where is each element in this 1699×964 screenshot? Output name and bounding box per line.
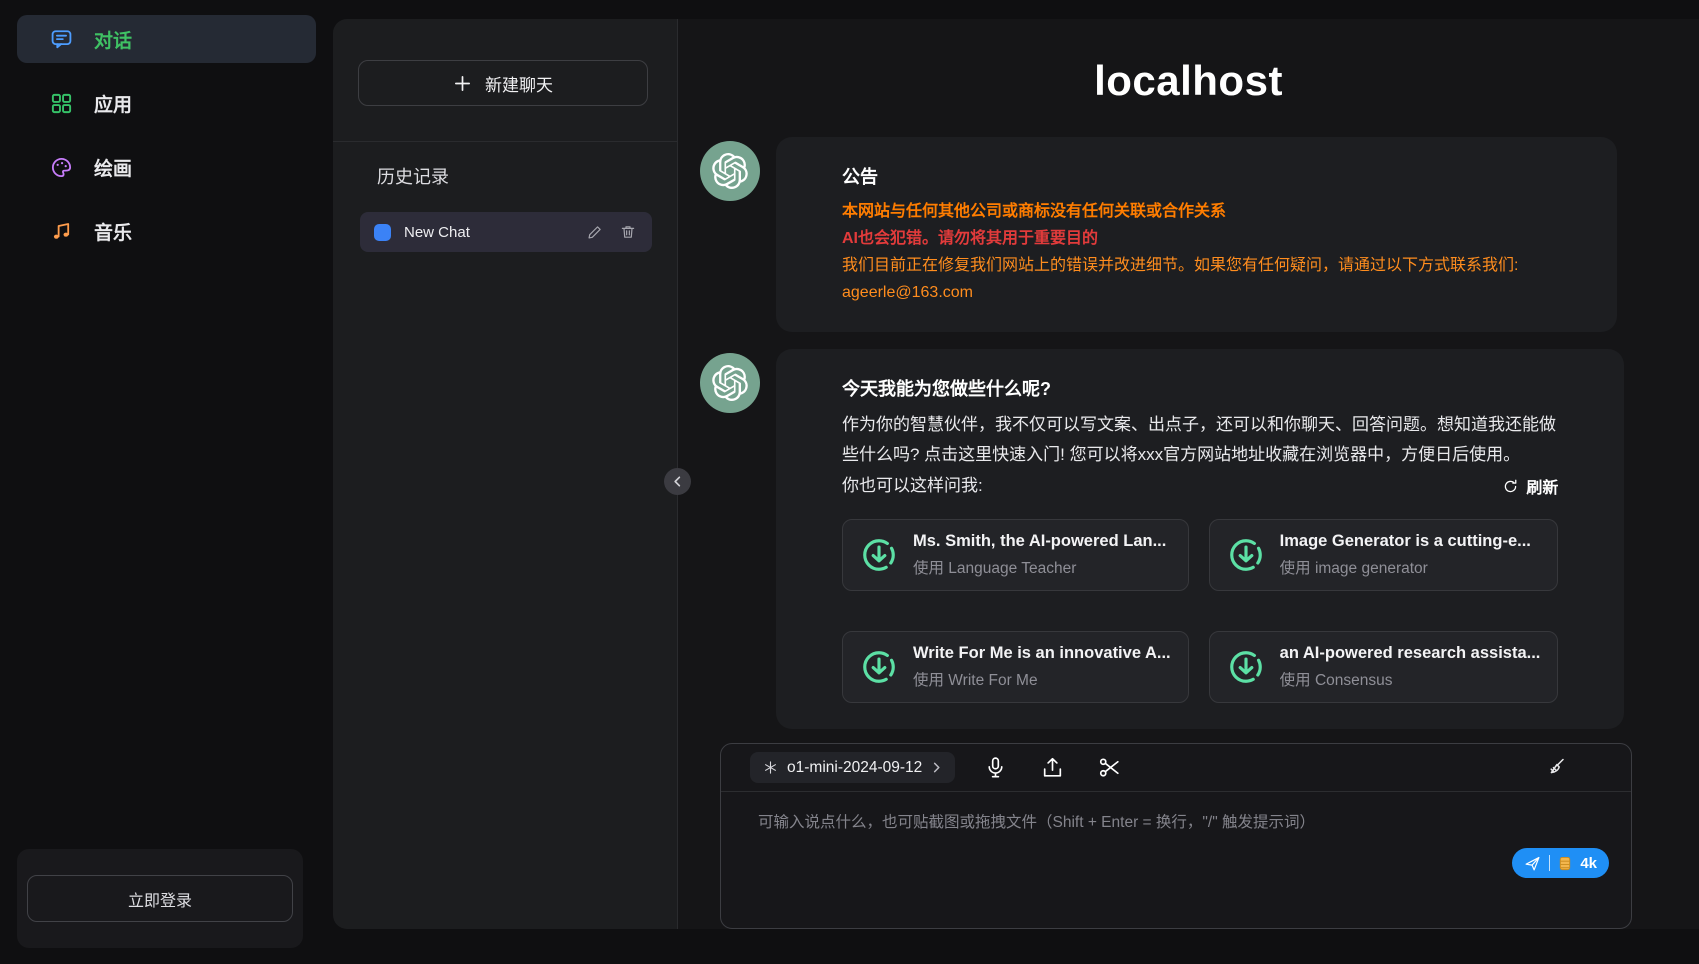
new-chat-label: 新建聊天 (485, 71, 553, 96)
login-button[interactable]: 立即登录 (27, 875, 293, 922)
suggestion-card[interactable]: Ms. Smith, the AI-powered Lan... 使用 Lang… (842, 519, 1189, 591)
chevron-right-icon (931, 762, 942, 773)
main-panel: localhost 公告 本网站与任何其他公司或商标没有任何关联或合作关系 AI… (678, 19, 1699, 929)
openai-logo-icon (712, 153, 748, 189)
download-circle-icon (860, 648, 898, 686)
announcement-line: AI也会犯错。请勿将其用于重要目的 (842, 225, 1551, 252)
openai-logo-icon (712, 365, 748, 401)
announcement-bubble: 公告 本网站与任何其他公司或商标没有任何关联或合作关系 AI也会犯错。请勿将其用… (776, 137, 1617, 332)
sidebar-item-apps[interactable]: 应用 (17, 79, 316, 127)
suggestion-card-texts: Write For Me is an innovative A... 使用 Wr… (913, 644, 1171, 690)
sidebar-item-music[interactable]: 音乐 (17, 207, 316, 255)
ask-hint-text: 你也可以这样问我: (842, 471, 983, 501)
trash-icon (620, 224, 636, 240)
download-circle-icon (1227, 536, 1265, 574)
upload-file-button[interactable] (1036, 751, 1069, 784)
contact-email-link[interactable]: ageerle@163.com (842, 279, 1551, 306)
suggestion-card[interactable]: an AI-powered research assista... 使用 Con… (1209, 631, 1559, 703)
suggestion-card-texts: Ms. Smith, the AI-powered Lan... 使用 Lang… (913, 532, 1166, 578)
prompt-hint-row: 你也可以这样问我: 刷新 (842, 471, 1558, 501)
avatar (700, 141, 760, 201)
message-input[interactable] (721, 793, 1631, 928)
sidebar: 对话 应用 绘画 (0, 0, 333, 964)
history-item-new-chat[interactable]: New Chat (360, 212, 652, 252)
assistant-heading: 今天我能为您做些什么呢? (842, 375, 1558, 401)
coin-icon (1558, 856, 1572, 871)
sidebar-item-label: 应用 (94, 90, 132, 117)
refresh-icon (1502, 478, 1519, 495)
new-chat-button[interactable]: 新建聊天 (358, 60, 648, 106)
badge-divider (1549, 855, 1550, 871)
composer-toolbar: o1-mini-2024-09-12 (721, 744, 1631, 792)
announcement-message: 公告 本网站与任何其他公司或商标没有任何关联或合作关系 AI也会犯错。请勿将其用… (700, 137, 1617, 332)
login-container: 立即登录 (17, 849, 303, 948)
suggestion-title: Write For Me is an innovative A... (913, 644, 1171, 663)
announcement-heading: 公告 (842, 163, 1551, 189)
token-count: 4k (1580, 855, 1597, 872)
model-name: o1-mini-2024-09-12 (787, 759, 922, 777)
sparkle-icon (763, 760, 778, 775)
assistant-body-text: 作为你的智慧伙伴，我不仅可以写文案、出点子，还可以和你聊天、回答问题。想知道我还… (842, 410, 1558, 470)
send-button[interactable]: 4k (1512, 848, 1609, 878)
voice-input-button[interactable] (979, 751, 1012, 784)
announcement-line: 本网站与任何其他公司或商标没有任何关联或合作关系 (842, 198, 1551, 225)
suggestion-subtitle: 使用 image generator (1280, 556, 1531, 578)
suggestion-card-texts: an AI-powered research assista... 使用 Con… (1280, 644, 1541, 690)
model-selector[interactable]: o1-mini-2024-09-12 (750, 752, 955, 783)
edit-chat-button[interactable] (585, 222, 605, 242)
sidebar-nav: 对话 应用 绘画 (0, 0, 333, 255)
refresh-suggestions-button[interactable]: 刷新 (1502, 474, 1558, 498)
sidebar-item-label: 音乐 (94, 218, 132, 245)
pencil-icon (587, 224, 603, 240)
chat-bubble-icon (50, 28, 73, 51)
assistant-bubble: 今天我能为您做些什么呢? 作为你的智慧伙伴，我不仅可以写文案、出点子，还可以和你… (776, 349, 1624, 729)
download-circle-icon (860, 536, 898, 574)
plus-icon (453, 74, 472, 93)
composer: o1-mini-2024-09-12 (720, 743, 1632, 929)
suggestion-subtitle: 使用 Consensus (1280, 668, 1541, 690)
announcement-line: 我们目前正在修复我们网站上的错误并改进细节。如果您有任何疑问，请通过以下方式联系… (842, 252, 1551, 279)
palette-icon (50, 156, 73, 179)
collapse-sidebar-button[interactable] (664, 468, 691, 495)
suggestion-title: Ms. Smith, the AI-powered Lan... (913, 532, 1166, 551)
suggestion-card[interactable]: Image Generator is a cutting-e... 使用 ima… (1209, 519, 1559, 591)
chat-color-chip (374, 224, 391, 241)
suggestion-card[interactable]: Write For Me is an innovative A... 使用 Wr… (842, 631, 1189, 703)
suggestion-subtitle: 使用 Language Teacher (913, 556, 1166, 578)
refresh-label: 刷新 (1526, 474, 1558, 498)
history-item-title: New Chat (404, 224, 572, 241)
suggestion-title: Image Generator is a cutting-e... (1280, 532, 1531, 551)
sidebar-item-label: 绘画 (94, 154, 132, 181)
upload-icon (1040, 755, 1065, 780)
microphone-icon (983, 755, 1008, 780)
apps-grid-icon (50, 92, 73, 115)
download-circle-icon (1227, 648, 1265, 686)
chat-list-panel: 新建聊天 历史记录 New Chat (333, 19, 678, 929)
delete-chat-button[interactable] (618, 222, 638, 242)
avatar (700, 353, 760, 413)
scissors-icon (1097, 755, 1122, 780)
suggestion-cards: Ms. Smith, the AI-powered Lan... 使用 Lang… (842, 519, 1558, 703)
screenshot-crop-button[interactable] (1093, 751, 1126, 784)
history-title: 历史记录 (377, 163, 449, 189)
sidebar-item-label: 对话 (94, 26, 132, 53)
divider (333, 141, 677, 142)
sidebar-item-drawing[interactable]: 绘画 (17, 143, 316, 191)
paper-plane-icon (1524, 855, 1541, 872)
suggestion-card-texts: Image Generator is a cutting-e... 使用 ima… (1280, 532, 1531, 578)
page-title: localhost (678, 57, 1699, 105)
music-note-icon (50, 220, 73, 243)
suggestion-subtitle: 使用 Write For Me (913, 668, 1171, 690)
broom-icon (1543, 756, 1567, 780)
assistant-message: 今天我能为您做些什么呢? 作为你的智慧伙伴，我不仅可以写文案、出点子，还可以和你… (700, 349, 1617, 729)
suggestion-title: an AI-powered research assista... (1280, 644, 1541, 663)
sidebar-item-chat[interactable]: 对话 (17, 15, 316, 63)
chevron-left-icon (671, 475, 684, 488)
clear-context-button[interactable] (1539, 752, 1571, 784)
